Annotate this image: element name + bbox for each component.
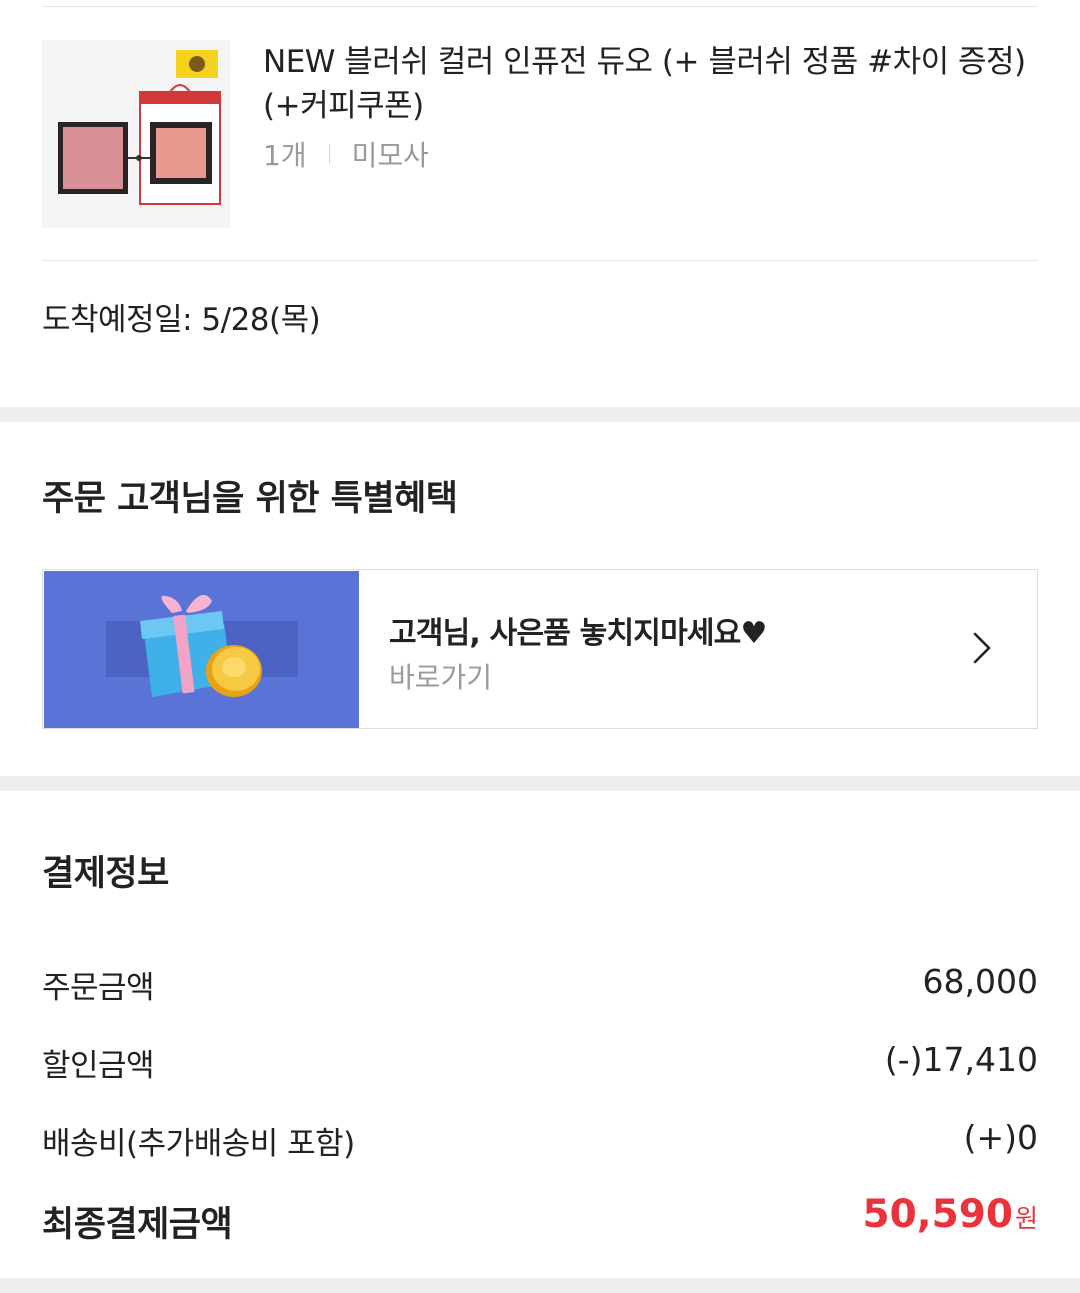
payment-title: 결제정보 [42, 854, 169, 894]
product-divider [42, 260, 1038, 261]
total-value: 50,590원 [862, 1192, 1038, 1237]
gift-coin-icon [44, 571, 359, 728]
promo-image [44, 571, 359, 728]
gift-promo-banner[interactable]: 고객님, 사은품 놓치지마세요♥ 바로가기 [42, 569, 1038, 729]
product-info: NEW 블러쉬 컬러 인퓨전 듀오 (+ 블러쉬 정품 #차이 증정)(+커피쿠… [263, 40, 1038, 174]
promo-title: 고객님, 사은품 놓치지마세요♥ [389, 616, 767, 651]
promo-link-text[interactable]: 바로가기 [389, 656, 492, 696]
total-label: 최종결제금액 [42, 1205, 233, 1245]
section-divider [0, 776, 1080, 791]
product-meta: 1개 미모사 [263, 134, 1038, 174]
benefits-title: 주문 고객님을 위한 특별혜택 [42, 479, 458, 519]
row-value: 68,000 [922, 962, 1038, 1001]
row-label: 할인금액 [42, 1048, 155, 1084]
payment-row-shipping: 배송비(추가배송비 포함) (+)0 [42, 1118, 1038, 1162]
product-image-icon [42, 40, 230, 228]
arrival-date: 도착예정일: 5/28(목) [42, 302, 321, 338]
product-title[interactable]: NEW 블러쉬 컬러 인퓨전 듀오 (+ 블러쉬 정품 #차이 증정)(+커피쿠… [263, 40, 1038, 128]
total-amount: 50,590 [862, 1192, 1013, 1237]
row-value: (-)17,410 [884, 1040, 1038, 1079]
row-label: 주문금액 [42, 970, 155, 1006]
section-divider [0, 407, 1080, 422]
meta-separator [328, 144, 330, 164]
section-divider [0, 1278, 1080, 1293]
payment-total: 최종결제금액 50,590원 [42, 1192, 1038, 1248]
total-unit: 원 [1014, 1204, 1038, 1233]
order-item[interactable]: NEW 블러쉬 컬러 인퓨전 듀오 (+ 블러쉬 정품 #차이 증정)(+커피쿠… [42, 40, 1038, 230]
row-value: (+)0 [963, 1118, 1038, 1157]
top-divider [42, 6, 1038, 7]
payment-row-discount: 할인금액 (-)17,410 [42, 1040, 1038, 1084]
payment-row-order-amount: 주문금액 68,000 [42, 962, 1038, 1006]
chevron-right-icon[interactable] [967, 630, 997, 666]
product-option: 미모사 [351, 139, 429, 172]
product-thumbnail[interactable] [42, 40, 230, 228]
row-label: 배송비(추가배송비 포함) [42, 1126, 355, 1162]
product-quantity: 1개 [263, 139, 307, 172]
